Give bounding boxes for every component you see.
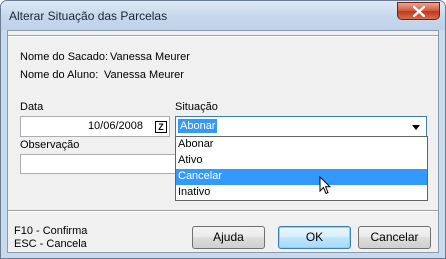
data-label: Data <box>20 101 44 113</box>
close-icon <box>413 6 425 17</box>
dialog-content: Nome do Sacado: Vanessa Meurer Nome do A… <box>7 30 439 253</box>
situacao-select[interactable]: Abonar <box>175 116 427 137</box>
mouse-pointer-icon <box>319 176 331 195</box>
aluno-label: Nome do Aluno: <box>20 69 99 81</box>
cancelar-button[interactable]: Cancelar <box>358 226 431 249</box>
footer-divider <box>8 210 438 212</box>
sacado-value: Vanessa Meurer <box>110 51 190 63</box>
hint-f10: F10 - Confirma <box>14 225 88 237</box>
data-value: 10/06/2008 <box>87 120 143 132</box>
option-ativo[interactable]: Ativo <box>176 153 427 169</box>
ajuda-button[interactable]: Ajuda <box>192 226 265 249</box>
chevron-down-icon[interactable] <box>412 125 420 130</box>
option-inativo[interactable]: Inativo <box>176 185 427 201</box>
close-button[interactable] <box>397 2 440 20</box>
aluno-value: Vanessa Meurer <box>104 69 184 81</box>
option-cancelar[interactable]: Cancelar <box>176 169 427 185</box>
situacao-label: Situação <box>175 101 218 113</box>
option-abonar[interactable]: Abonar <box>176 137 427 153</box>
observacao-label: Observação <box>20 139 80 151</box>
dialog-window: Alterar Situação das Parcelas Nome do Sa… <box>0 0 446 259</box>
window-title: Alterar Situação das Parcelas <box>9 9 168 23</box>
data-field[interactable]: 10/06/2008 Z <box>20 116 170 137</box>
ok-button[interactable]: OK <box>278 226 351 249</box>
sacado-label: Nome do Sacado: <box>20 51 109 63</box>
situacao-dropdown-list: Abonar Ativo Cancelar Inativo <box>175 136 428 201</box>
title-bar: Alterar Situação das Parcelas <box>1 1 445 30</box>
hint-esc: ESC - Cancela <box>14 238 87 250</box>
calendar-icon[interactable]: Z <box>155 121 167 133</box>
situacao-selected-value: Abonar <box>178 119 218 133</box>
top-divider <box>8 35 438 37</box>
